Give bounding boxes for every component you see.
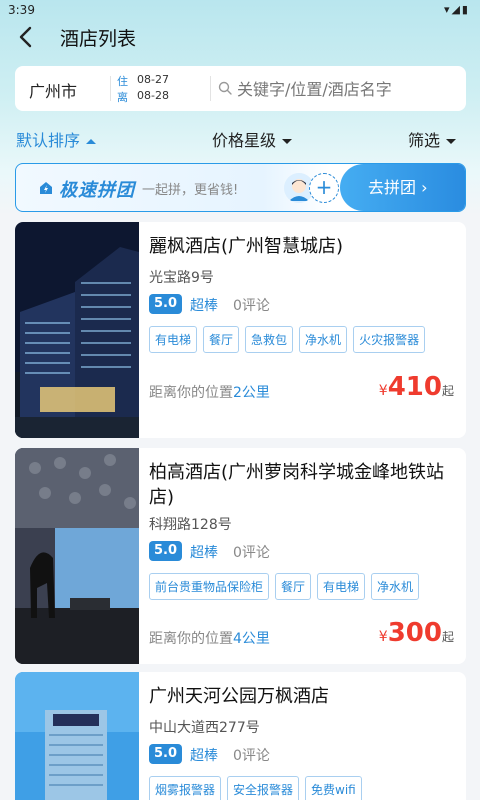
hotel-card[interactable]: 麗枫酒店(广州智慧城店) 光宝路9号 5.0 超棒 0评论 有电梯 餐厅 急救包… <box>15 222 466 438</box>
distance-prefix: 距离你的位置 <box>149 385 233 401</box>
facility-tag: 烟雾报警器 <box>149 776 222 800</box>
distance-value: 4公里 <box>233 631 270 647</box>
hotel-address: 中山大道西277号 <box>149 720 260 736</box>
facility-tag: 急救包 <box>245 326 294 353</box>
join-group-button[interactable]: 去拼团 › <box>340 164 465 211</box>
caret-down-icon <box>446 139 457 144</box>
checkout-date[interactable]: 08-28 <box>137 89 169 102</box>
hotel-address: 光宝路9号 <box>149 270 214 286</box>
hotel-name: 柏高酒店(广州萝岗科学城金峰地铁站店) <box>149 462 445 508</box>
review-count: 0评论 <box>233 298 270 314</box>
facility-tags: 有电梯 餐厅 急救包 净水机 火灾报警器 <box>149 326 426 353</box>
facility-tag: 有电梯 <box>317 573 366 600</box>
score-badge: 5.0 <box>149 744 182 764</box>
promo-logo-text: 极速拼团 <box>59 180 135 201</box>
caret-up-icon <box>86 139 97 144</box>
home-lightning-icon <box>40 182 52 194</box>
facility-tag: 火灾报警器 <box>353 326 426 353</box>
hotel-photo <box>15 222 139 438</box>
facility-tag: 免费wifi <box>305 776 362 800</box>
facility-tag: 安全报警器 <box>227 776 300 800</box>
price: ¥410起 <box>379 372 454 402</box>
rating-text: 超棒 <box>190 748 218 764</box>
sort-price-star-label: 价格星级 <box>212 131 277 150</box>
price-currency: ¥ <box>378 629 388 645</box>
search-icon <box>218 81 232 95</box>
review-count: 0评论 <box>233 748 270 764</box>
facility-tag: 有电梯 <box>149 326 198 353</box>
sort-default[interactable]: 默认排序 <box>16 127 97 151</box>
price-amount: 300 <box>387 618 442 648</box>
price-suffix: 起 <box>441 630 454 644</box>
score-badge: 5.0 <box>149 294 182 314</box>
checkout-label: 离 <box>117 91 128 104</box>
checkin-date[interactable]: 08-27 <box>137 73 169 86</box>
checkin-label: 住 <box>117 75 128 88</box>
caret-down-icon <box>282 139 293 144</box>
price-amount: 410 <box>387 372 442 402</box>
facility-tag: 净水机 <box>371 573 420 600</box>
hotel-photo <box>15 448 139 664</box>
sort-filter-label: 筛选 <box>408 131 441 150</box>
score-badge: 5.0 <box>149 541 182 561</box>
sort-price-star[interactable]: 价格星级 <box>212 127 293 151</box>
hotel-name: 麗枫酒店(广州智慧城店) <box>149 236 344 257</box>
distance-text: 距离你的位置4公里 <box>149 628 270 648</box>
divider <box>110 76 111 101</box>
rating-text: 超棒 <box>190 298 218 314</box>
status-icons: ▾◢▮ <box>443 3 470 16</box>
sort-filter[interactable]: 筛选 <box>408 127 457 151</box>
search-bar: 广州市 住 离 08-27 08-28 <box>15 66 466 111</box>
facility-tags: 前台贵重物品保险柜 餐厅 有电梯 净水机 <box>149 573 420 600</box>
search-input[interactable] <box>237 76 462 102</box>
hotel-card[interactable]: 柏高酒店(广州萝岗科学城金峰地铁站店) 科翔路128号 5.0 超棒 0评论 前… <box>15 448 466 664</box>
facility-tag: 前台贵重物品保险柜 <box>149 573 270 600</box>
facility-tag: 净水机 <box>299 326 348 353</box>
facility-tags: 烟雾报警器 安全报警器 免费wifi <box>149 776 362 800</box>
nav-bar: 酒店列表 <box>0 20 480 54</box>
distance-prefix: 距离你的位置 <box>149 631 233 647</box>
city-selector[interactable]: 广州市 <box>29 78 77 102</box>
status-time: 3:39 <box>8 3 35 17</box>
hotel-card[interactable]: 广州天河公园万枫酒店 中山大道西277号 5.0 超棒 0评论 烟雾报警器 安全… <box>15 672 466 800</box>
promo-slogan: 一起拼，更省钱! <box>142 183 239 198</box>
back-arrow-icon[interactable] <box>14 24 40 50</box>
price-suffix: 起 <box>441 384 454 398</box>
rating-text: 超棒 <box>190 545 218 561</box>
distance-value: 2公里 <box>233 385 270 401</box>
review-count: 0评论 <box>233 545 270 561</box>
add-member-icon: + <box>309 173 339 203</box>
hotel-address: 科翔路128号 <box>149 517 232 533</box>
facility-tag: 餐厅 <box>203 326 240 353</box>
divider <box>210 76 211 101</box>
status-bar: 3:39 ▾◢▮ <box>0 0 480 20</box>
hotel-photo <box>15 672 139 800</box>
page-title: 酒店列表 <box>60 28 137 50</box>
group-buy-banner[interactable]: 极速拼团 一起拼，更省钱! + 去拼团 › <box>15 163 466 212</box>
facility-tag: 餐厅 <box>275 573 312 600</box>
price: ¥300起 <box>379 618 454 648</box>
sort-default-label: 默认排序 <box>16 131 81 150</box>
distance-text: 距离你的位置2公里 <box>149 382 270 402</box>
hotel-name: 广州天河公园万枫酒店 <box>149 686 329 707</box>
price-currency: ¥ <box>378 383 388 399</box>
